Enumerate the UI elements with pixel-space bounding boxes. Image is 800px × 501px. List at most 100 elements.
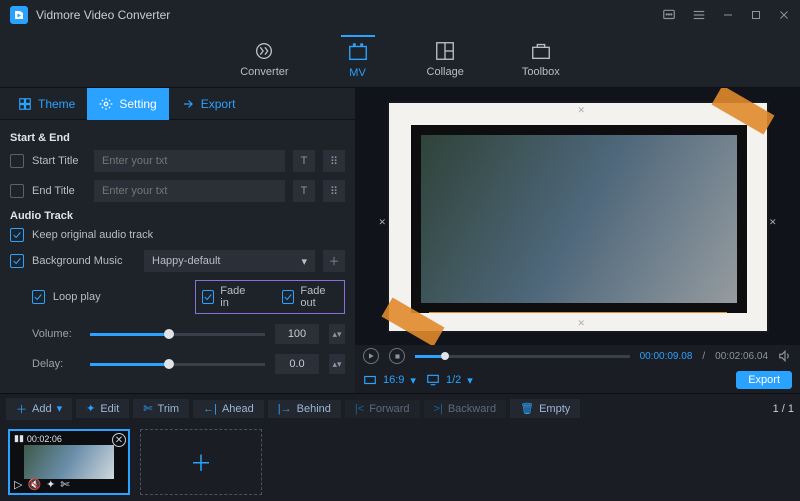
loop-label: Loop play (53, 291, 107, 303)
tab-label: Export (201, 97, 236, 111)
btn-label: Backward (448, 403, 496, 415)
minimize-icon[interactable] (722, 9, 734, 21)
time-sep: / (702, 351, 705, 362)
btn-label: Trim (158, 403, 180, 415)
nav-mv[interactable]: MV (341, 35, 375, 83)
mute-icon[interactable]: 🔇 (27, 478, 41, 491)
play-button[interactable] (363, 348, 379, 364)
nav-label: MV (349, 67, 366, 79)
maximize-icon[interactable] (750, 9, 762, 21)
delay-label: Delay: (32, 358, 80, 370)
app-logo (10, 6, 28, 24)
start-end-heading: Start & End (10, 132, 345, 144)
resize-handle[interactable]: ✕ (769, 217, 777, 228)
bgm-select[interactable]: Happy-default ▾ (144, 250, 315, 272)
nav-label: Converter (240, 66, 288, 78)
forward-button[interactable]: |<Forward (345, 400, 420, 418)
bgm-checkbox[interactable] (10, 254, 24, 268)
feedback-icon[interactable] (662, 8, 676, 22)
clip-toolbar: ＋Add▾ ✦Edit ✄ Trim ←|Ahead |→Behind |<For… (0, 393, 800, 423)
end-title-checkbox[interactable] (10, 184, 24, 198)
tab-label: Theme (38, 97, 75, 111)
btn-label: Forward (369, 403, 409, 415)
start-title-input[interactable] (94, 150, 285, 172)
export-button[interactable]: Export (736, 371, 792, 389)
resize-handle[interactable]: ✕ (379, 217, 387, 228)
tab-export[interactable]: Export (169, 88, 248, 120)
clip-duration: 00:02:06 (27, 434, 62, 444)
underline-decor (429, 312, 727, 313)
wand-icon[interactable]: ✦ (46, 478, 55, 491)
chevron-down-icon: ▾ (57, 402, 63, 415)
trash-icon: 🗑 (520, 402, 534, 415)
delete-clip-button[interactable]: ✕ (112, 433, 126, 447)
keep-audio-checkbox[interactable] (10, 228, 24, 242)
loop-checkbox[interactable] (32, 290, 45, 304)
fadeout-checkbox[interactable] (282, 290, 294, 304)
btn-label: Ahead (222, 403, 254, 415)
resize-handle[interactable]: ✕ (578, 105, 586, 116)
display-select[interactable]: 1/2 ▾ (426, 373, 473, 387)
backward-button[interactable]: >|Backward (424, 400, 507, 418)
ahead-button[interactable]: ←|Ahead (193, 400, 264, 418)
toolbox-icon (530, 40, 552, 62)
add-button[interactable]: ＋Add▾ (6, 398, 72, 420)
delay-slider[interactable] (90, 363, 265, 366)
bgm-label: Background Music (32, 255, 136, 267)
end-title-input[interactable] (94, 180, 285, 202)
progress-slider[interactable] (415, 355, 630, 358)
volume-icon[interactable] (778, 349, 792, 363)
settings-panel: Theme Setting Export Start & End Start T… (0, 88, 355, 393)
empty-button[interactable]: 🗑 Empty (510, 399, 580, 418)
style-button[interactable]: ⠿ (323, 150, 345, 172)
trim-button[interactable]: ✄ Trim (133, 399, 189, 418)
clip-tray: ▮▮00:02:06 ✕ ▷ 🔇 ✦ ✄ ＋ (0, 423, 800, 501)
tab-label: Setting (119, 97, 156, 111)
play-icon[interactable]: ▷ (14, 478, 22, 491)
chevron-down-icon: ▾ (301, 255, 307, 268)
btn-label: Empty (539, 403, 570, 415)
tab-setting[interactable]: Setting (87, 88, 168, 120)
btn-label: Edit (100, 403, 119, 415)
collage-icon (434, 40, 456, 62)
end-title-label: End Title (32, 185, 86, 197)
stop-button[interactable] (389, 348, 405, 364)
volume-step[interactable]: ▴▾ (329, 324, 345, 344)
fadein-label: Fade in (220, 285, 252, 309)
tab-theme[interactable]: Theme (6, 88, 87, 120)
edit-button[interactable]: ✦Edit (76, 399, 129, 418)
add-bgm-button[interactable]: ＋ (323, 250, 345, 272)
fadein-checkbox[interactable] (202, 290, 214, 304)
add-clip-button[interactable]: ＋ (140, 429, 262, 495)
style-button[interactable]: ⠿ (323, 180, 345, 202)
nav-toolbox[interactable]: Toolbox (516, 36, 566, 82)
bgm-value: Happy-default (152, 255, 221, 267)
pager: 1 / 1 (773, 403, 794, 415)
aspect-ratio-select[interactable]: 16:9 ▾ (363, 373, 416, 387)
time-current: 00:00:09.08 (640, 351, 693, 362)
delay-value[interactable]: 0.0 (275, 354, 319, 374)
menu-icon[interactable] (692, 8, 706, 22)
scissors-icon: ✄ (143, 402, 152, 415)
font-button[interactable]: T (293, 150, 315, 172)
delay-step[interactable]: ▴▾ (329, 354, 345, 374)
volume-row: Volume: 100 ▴▾ (32, 324, 345, 344)
volume-slider[interactable] (90, 333, 265, 336)
clip-thumbnail[interactable]: ▮▮00:02:06 ✕ ▷ 🔇 ✦ ✄ (8, 429, 130, 495)
close-icon[interactable] (778, 9, 790, 21)
start-title-checkbox[interactable] (10, 154, 24, 168)
volume-value[interactable]: 100 (275, 324, 319, 344)
ratio-value: 16:9 (383, 374, 404, 386)
nav-converter[interactable]: Converter (234, 36, 294, 82)
scissors-icon[interactable]: ✄ (60, 478, 69, 491)
nav-label: Collage (427, 66, 464, 78)
start-title-label: Start Title (32, 155, 86, 167)
top-nav: Converter MV Collage Toolbox (0, 30, 800, 88)
resize-handle[interactable]: ✕ (578, 318, 586, 329)
preview-canvas[interactable]: ✕ ✕ ✕ ✕ (387, 101, 769, 333)
display-value: 1/2 (446, 374, 461, 386)
nav-collage[interactable]: Collage (421, 36, 470, 82)
audio-heading: Audio Track (10, 210, 345, 222)
font-button[interactable]: T (293, 180, 315, 202)
behind-button[interactable]: |→Behind (268, 400, 341, 418)
